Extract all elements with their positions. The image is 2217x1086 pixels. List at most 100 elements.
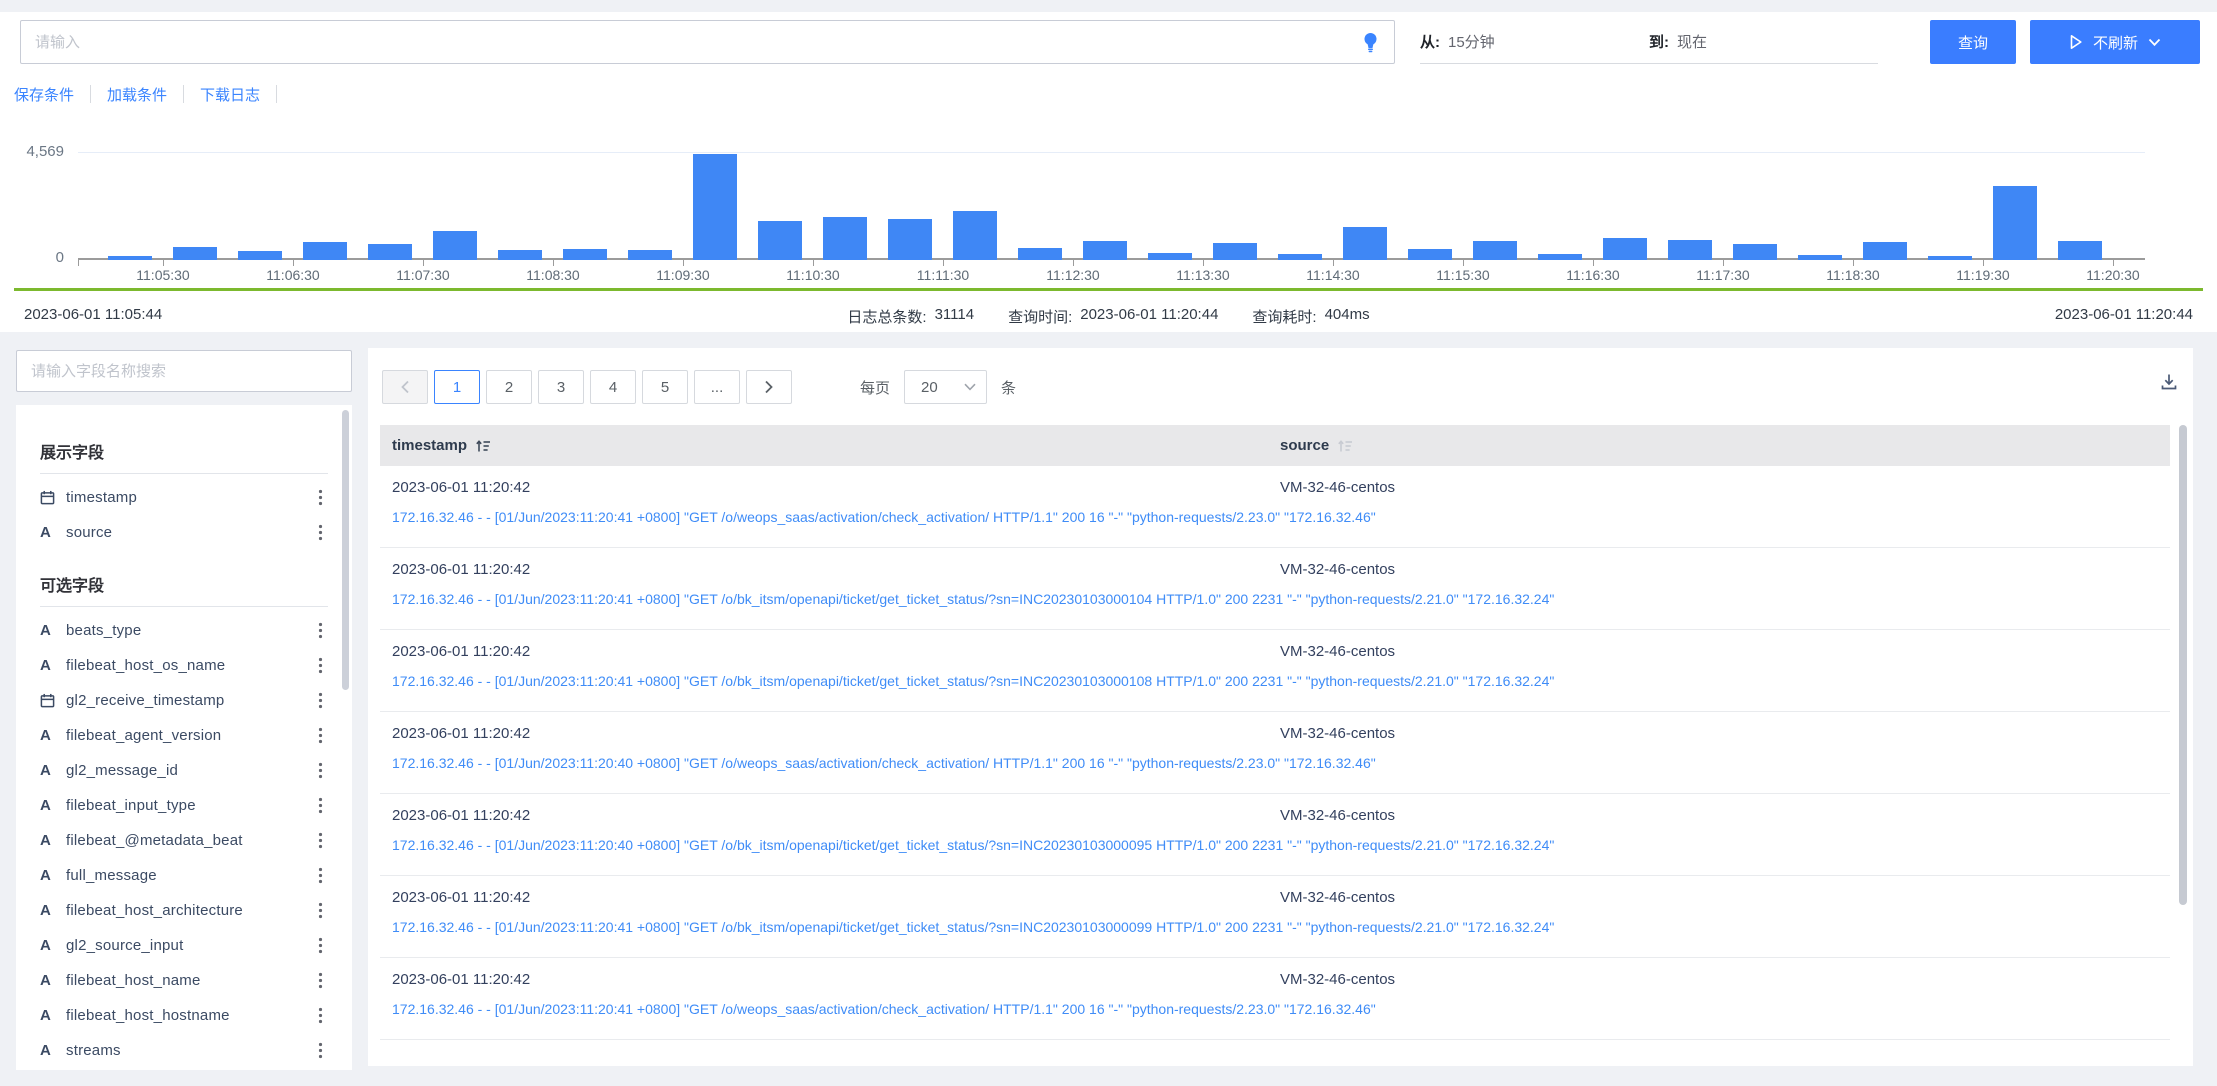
page-button-4[interactable]: 4 — [590, 370, 636, 404]
prev-page-button[interactable] — [382, 370, 428, 404]
kebab-menu-icon[interactable] — [312, 692, 328, 709]
row-log-message[interactable]: 172.16.32.46 - - [01/Jun/2023:11:20:41 +… — [392, 509, 1376, 525]
field-item-timestamp[interactable]: timestamp — [40, 480, 328, 515]
x-axis-label: 11:14:30 — [1278, 267, 1388, 283]
field-item-filebeat_agent_version[interactable]: Afilebeat_agent_version — [40, 718, 328, 753]
field-item-filebeat_host_name[interactable]: Afilebeat_host_name — [40, 963, 328, 998]
refresh-button[interactable]: 不刷新 — [2030, 20, 2200, 64]
query-button[interactable]: 查询 — [1930, 20, 2016, 64]
kebab-menu-icon[interactable] — [312, 1007, 328, 1024]
save-condition-link[interactable]: 保存条件 — [14, 84, 90, 105]
kebab-menu-icon[interactable] — [312, 797, 328, 814]
field-item-streams[interactable]: Astreams — [40, 1033, 328, 1068]
kebab-menu-icon[interactable] — [312, 937, 328, 954]
table-body: 2023-06-01 11:20:42 VM-32-46-centos 172.16… — [380, 466, 2170, 1040]
load-condition-link[interactable]: 加载条件 — [91, 84, 183, 105]
row-log-message[interactable]: 172.16.32.46 - - [01/Jun/2023:11:20:40 +… — [392, 755, 1376, 771]
table-row: 2023-06-01 11:20:42VM-32-46-centos172.16… — [380, 712, 2170, 794]
kebab-menu-icon[interactable] — [312, 972, 328, 989]
kebab-menu-icon[interactable] — [312, 489, 328, 506]
sort-ascending-icon[interactable] — [475, 438, 491, 454]
calendar-icon — [40, 490, 66, 505]
table-scrollbar[interactable] — [2179, 425, 2187, 905]
kebab-menu-icon[interactable] — [312, 524, 328, 541]
field-item-beats_type[interactable]: Abeats_type — [40, 613, 328, 648]
time-from-field[interactable]: 从: 15分钟 — [1420, 31, 1649, 52]
time-to-value: 现在 — [1677, 31, 1707, 52]
kebab-menu-icon[interactable] — [312, 762, 328, 779]
page-button-1[interactable]: 1 — [434, 370, 480, 404]
page-button-2[interactable]: 2 — [486, 370, 532, 404]
letter-a-icon: A — [40, 972, 66, 989]
x-axis-tick — [1853, 260, 1854, 266]
row-log-message[interactable]: 172.16.32.46 - - [01/Jun/2023:11:20:40 +… — [392, 837, 1554, 853]
kebab-menu-icon[interactable] — [312, 727, 328, 744]
x-axis-tick — [78, 260, 79, 266]
calendar-icon — [40, 693, 66, 708]
histogram-bar — [238, 251, 282, 260]
kebab-menu-icon[interactable] — [312, 867, 328, 884]
lightbulb-icon[interactable] — [1361, 31, 1380, 53]
letter-a-icon: A — [40, 867, 66, 884]
per-page-select[interactable]: 20 — [904, 370, 987, 404]
histogram-bar — [368, 244, 412, 260]
x-axis-tick — [1333, 260, 1334, 266]
sort-icon[interactable] — [1337, 438, 1353, 454]
query-time-value: 2023-06-01 11:20:44 — [1080, 306, 1218, 327]
field-item-filebeat_@metadata_beat[interactable]: Afilebeat_@metadata_beat — [40, 823, 328, 858]
column-header-timestamp[interactable]: timestamp — [392, 437, 1280, 454]
field-sidebar: 展示字段timestampAsource可选字段Abeats_typeAfile… — [16, 405, 352, 1070]
download-log-link[interactable]: 下载日志 — [184, 84, 276, 105]
field-item-filebeat_host_os_name[interactable]: Afilebeat_host_os_name — [40, 648, 328, 683]
x-axis-label: 11:06:30 — [238, 267, 348, 283]
row-log-message[interactable]: 172.16.32.46 - - [01/Jun/2023:11:20:41 +… — [392, 591, 1554, 607]
row-source: VM-32-46-centos — [1280, 479, 1395, 496]
field-name: filebeat_host_hostname — [66, 1007, 312, 1024]
row-log-message[interactable]: 172.16.32.46 - - [01/Jun/2023:11:20:41 +… — [392, 673, 1554, 689]
next-page-button[interactable] — [746, 370, 792, 404]
field-name: full_message — [66, 867, 312, 884]
histogram-bar — [1603, 238, 1647, 260]
row-log-message[interactable]: 172.16.32.46 - - [01/Jun/2023:11:20:41 +… — [392, 919, 1554, 935]
sidebar-scrollbar[interactable] — [342, 410, 349, 690]
field-item-full_message[interactable]: Afull_message — [40, 858, 328, 893]
kebab-menu-icon[interactable] — [312, 622, 328, 639]
field-search-input[interactable] — [17, 351, 351, 391]
x-axis-tick — [1593, 260, 1594, 266]
column-header-source[interactable]: source — [1280, 437, 1353, 454]
kebab-menu-icon[interactable] — [312, 1042, 328, 1059]
field-item-filebeat_host_hostname[interactable]: Afilebeat_host_hostname — [40, 998, 328, 1033]
field-item-filebeat_input_type[interactable]: Afilebeat_input_type — [40, 788, 328, 823]
page-button-5[interactable]: 5 — [642, 370, 688, 404]
row-source: VM-32-46-centos — [1280, 725, 1395, 742]
download-icon[interactable] — [2159, 372, 2179, 397]
row-log-message[interactable]: 172.16.32.46 - - [01/Jun/2023:11:20:41 +… — [392, 1001, 1376, 1017]
page-button-3[interactable]: 3 — [538, 370, 584, 404]
field-item-gl2_message_id[interactable]: Agl2_message_id — [40, 753, 328, 788]
field-name: filebeat_input_type — [66, 797, 312, 814]
histogram-bar — [1148, 253, 1192, 260]
field-item-filebeat_host_architecture[interactable]: Afilebeat_host_architecture — [40, 893, 328, 928]
table-row: 2023-06-01 11:20:42VM-32-46-centos172.16… — [380, 630, 2170, 712]
kebab-menu-icon[interactable] — [312, 902, 328, 919]
query-search-input[interactable] — [21, 34, 1361, 51]
field-name: beats_type — [66, 622, 312, 639]
log-search-page: 从: 15分钟 到: 现在 查询 不刷新 保存条件 — [0, 0, 2217, 1086]
x-axis-tick — [423, 260, 424, 266]
field-item-gl2_source_input[interactable]: Agl2_source_input — [40, 928, 328, 963]
total-count-value: 31114 — [935, 306, 975, 327]
row-timestamp: 2023-06-01 11:20:42 — [392, 561, 530, 578]
field-item-gl2_receive_timestamp[interactable]: gl2_receive_timestamp — [40, 683, 328, 718]
histogram-bar — [1408, 249, 1452, 260]
section-divider — [40, 473, 328, 474]
histogram-bar — [888, 219, 932, 260]
field-item-source[interactable]: Asource — [40, 515, 328, 550]
table-row: 2023-06-01 11:20:42VM-32-46-centos172.16… — [380, 958, 2170, 1040]
time-to-field[interactable]: 到: 现在 — [1649, 31, 1878, 52]
field-name: source — [66, 524, 312, 541]
kebab-menu-icon[interactable] — [312, 657, 328, 674]
page-ellipsis-button[interactable]: ... — [694, 370, 740, 404]
kebab-menu-icon[interactable] — [312, 832, 328, 849]
field-name: gl2_receive_timestamp — [66, 692, 312, 709]
field-name: gl2_message_id — [66, 762, 312, 779]
